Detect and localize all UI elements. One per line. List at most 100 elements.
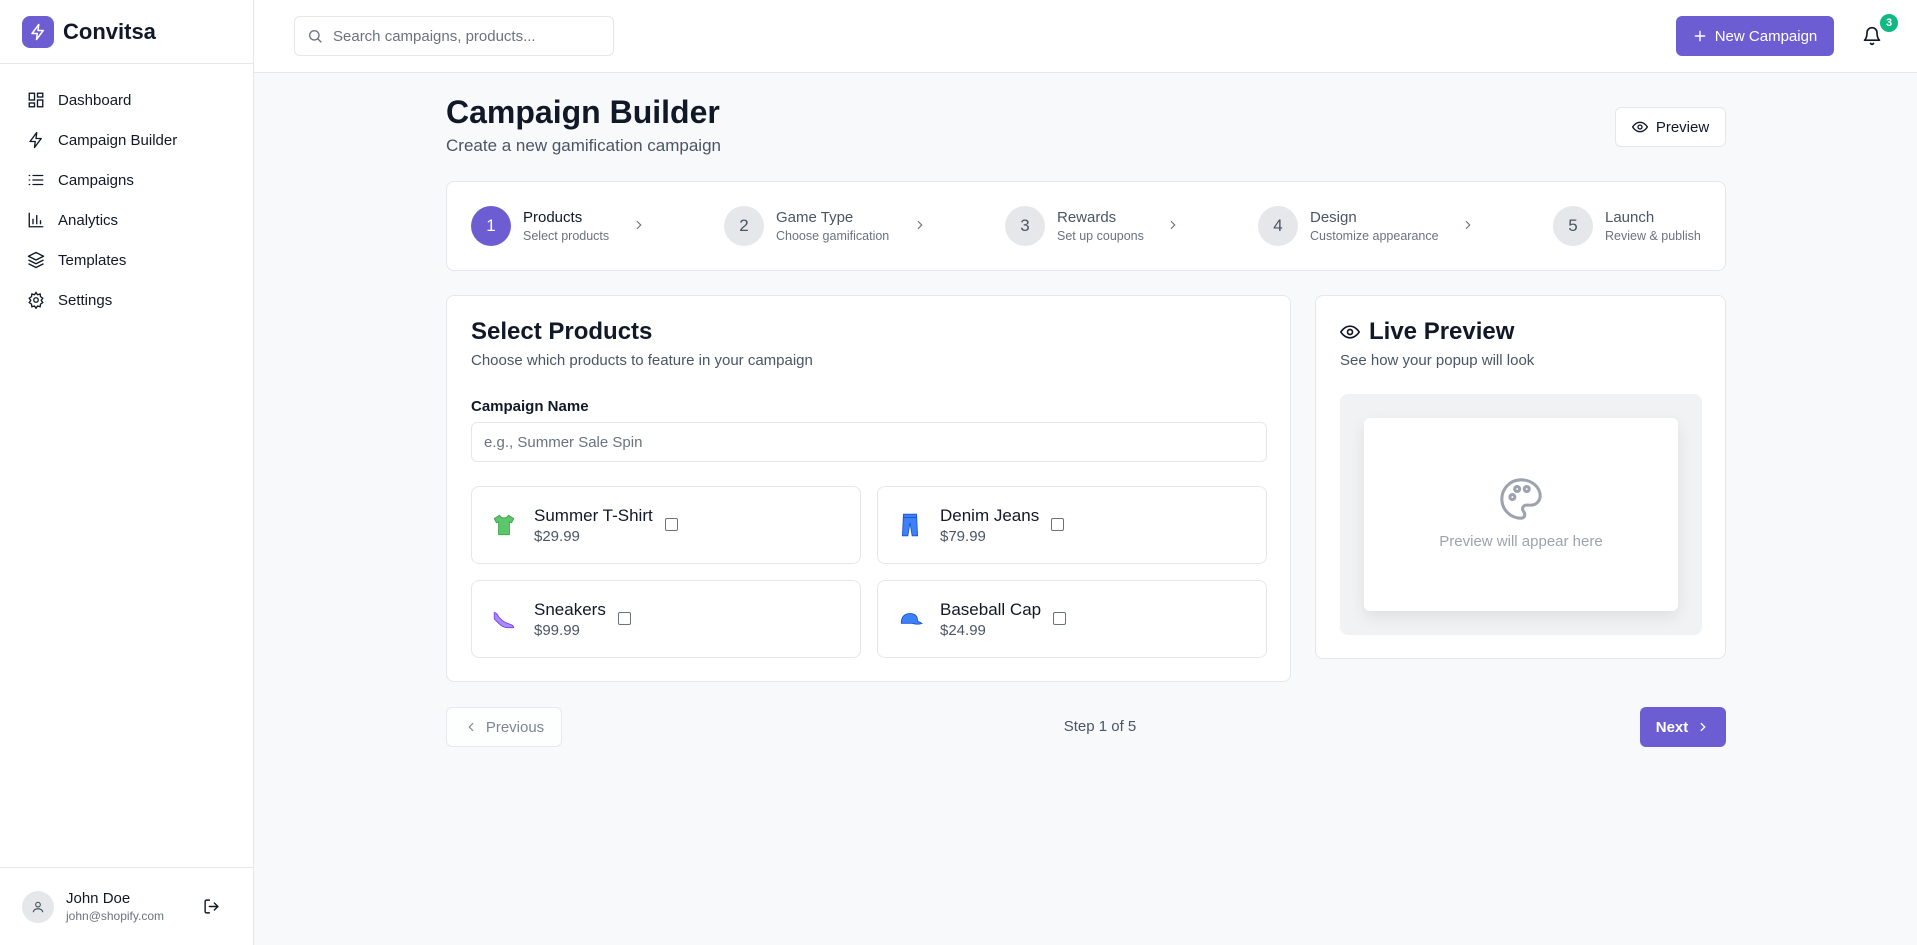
chevron-right-icon [631, 217, 647, 233]
page-subtitle: Create a new gamification campaign [446, 136, 721, 155]
eye-icon [1340, 322, 1360, 342]
live-preview-title: Live Preview [1340, 318, 1514, 346]
campaign-name-field[interactable] [471, 422, 1267, 462]
preview-popup: Preview will appear here [1364, 418, 1678, 611]
page-title: Campaign Builder [446, 94, 720, 130]
step-title: Products [523, 209, 583, 226]
logout-icon[interactable] [200, 896, 222, 918]
sidebar-item-templates[interactable]: Templates [0, 240, 253, 280]
previous-button[interactable]: Previous [446, 707, 562, 747]
step-title: Design [1310, 209, 1357, 226]
step-title: Rewards [1057, 209, 1117, 226]
sidebar-item-label: Analytics [58, 211, 119, 229]
search-icon [307, 28, 323, 44]
sidebar-item-settings[interactable]: Settings [0, 280, 253, 320]
sidebar-item-analytics[interactable]: Analytics [0, 200, 253, 240]
live-preview-card: Live Preview See how your popup will loo… [1315, 295, 1726, 659]
step-launch[interactable]: 5 Launch Review & publish [1553, 206, 1701, 246]
live-preview-title-text: Live Preview [1369, 318, 1515, 345]
dashboard-icon [26, 90, 46, 110]
step-rewards[interactable]: 3 Rewards Set up coupons [1005, 206, 1144, 246]
product-name: Sneakers [534, 599, 606, 619]
sidebar-item-campaign-builder[interactable]: Campaign Builder [0, 120, 253, 160]
sidebar-item-dashboard[interactable]: Dashboard [0, 80, 253, 120]
product-price: $29.99 [534, 527, 580, 545]
tshirt-icon [490, 511, 518, 539]
sidebar-item-campaigns[interactable]: Campaigns [0, 160, 253, 200]
step-products[interactable]: 1 Products Select products [471, 206, 609, 246]
step-number: 1 [471, 206, 511, 246]
step-number: 4 [1258, 206, 1298, 246]
eye-icon [1631, 119, 1648, 135]
step-number: 3 [1005, 206, 1045, 246]
brand-name: Convitsa [63, 18, 156, 44]
sidebar-item-label: Dashboard [58, 91, 132, 109]
bar-chart-icon [26, 210, 46, 230]
card-description: Choose which products to feature in your… [471, 352, 813, 369]
next-button[interactable]: Next [1640, 707, 1726, 747]
sidebar-item-label: Settings [58, 291, 113, 309]
cap-icon [896, 605, 924, 633]
topbar: New Campaign 3 [254, 0, 1917, 73]
user-info: John Doe john@shopify.com [66, 890, 186, 923]
sidebar-item-label: Campaign Builder [58, 131, 178, 149]
palette-icon [1498, 476, 1544, 522]
plus-icon [1693, 29, 1707, 43]
campaign-name-label: Campaign Name [471, 398, 589, 415]
product-price: $99.99 [534, 621, 580, 639]
sneaker-icon [490, 605, 518, 633]
notification-badge: 3 [1880, 14, 1898, 32]
step-subtitle: Customize appearance [1310, 229, 1439, 243]
product-sneakers[interactable]: Sneakers $99.99 [471, 580, 861, 658]
preview-frame: Preview will appear here [1340, 394, 1702, 635]
step-subtitle: Choose gamification [776, 229, 890, 243]
preview-label: Preview [1655, 118, 1710, 136]
lightning-icon [26, 130, 46, 150]
preview-placeholder-text: Preview will appear here [1439, 533, 1603, 550]
chevron-right-icon [1460, 217, 1476, 233]
list-icon [26, 170, 46, 190]
step-subtitle: Set up coupons [1057, 229, 1144, 243]
product-name: Baseball Cap [940, 599, 1042, 619]
lightning-logo-icon [22, 15, 54, 48]
preview-button[interactable]: Preview [1615, 107, 1726, 147]
search-input[interactable] [333, 27, 603, 45]
product-baseball-cap[interactable]: Baseball Cap $24.99 [877, 580, 1267, 658]
card-title: Select Products [471, 318, 653, 345]
layers-icon [26, 250, 46, 270]
new-campaign-label: New Campaign [1714, 27, 1818, 45]
step-game-type[interactable]: 2 Game Type Choose gamification [724, 206, 889, 246]
product-checkbox[interactable] [1051, 517, 1065, 531]
step-subtitle: Select products [523, 229, 610, 243]
search-box[interactable] [294, 16, 614, 56]
sidebar-nav: Dashboard Campaign Builder Campaigns Ana… [0, 64, 253, 320]
product-denim-jeans[interactable]: Denim Jeans $79.99 [877, 486, 1267, 564]
product-summer-tshirt[interactable]: Summer T-Shirt $29.99 [471, 486, 861, 564]
user-name: John Doe [66, 890, 131, 907]
next-label: Next [1655, 718, 1689, 736]
step-subtitle: Review & publish [1605, 229, 1701, 243]
product-checkbox[interactable] [1053, 611, 1067, 625]
avatar[interactable] [22, 890, 54, 923]
sidebar-item-label: Campaigns [58, 171, 134, 189]
product-price: $79.99 [940, 527, 986, 545]
select-products-card: Select Products Choose which products to… [446, 295, 1291, 682]
live-preview-description: See how your popup will look [1340, 352, 1535, 369]
brand[interactable]: Convitsa [0, 0, 253, 64]
stepper: 1 Products Select products 2 Game Type C… [446, 181, 1726, 271]
step-title: Launch [1605, 209, 1655, 226]
product-name: Denim Jeans [940, 505, 1040, 525]
chevron-right-icon [912, 217, 928, 233]
chevron-left-icon [464, 720, 478, 734]
user-email: john@shopify.com [66, 909, 165, 923]
new-campaign-button[interactable]: New Campaign [1676, 16, 1834, 56]
product-checkbox[interactable] [617, 611, 631, 625]
user-profile: John Doe john@shopify.com [0, 867, 254, 945]
previous-label: Previous [485, 718, 545, 736]
sidebar: Convitsa Dashboard Campaign Builder Camp… [0, 0, 254, 945]
sidebar-item-label: Templates [58, 251, 127, 269]
step-design[interactable]: 4 Design Customize appearance [1258, 206, 1439, 246]
chevron-right-icon [1696, 720, 1710, 734]
product-checkbox[interactable] [664, 517, 678, 531]
product-name: Summer T-Shirt [534, 505, 653, 525]
